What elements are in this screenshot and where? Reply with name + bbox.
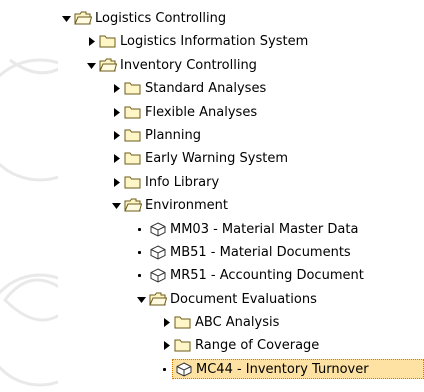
folder-icon [99,34,117,49]
tree-node-label: MC44 - Inventory Turnover [196,361,369,377]
tree-node-label: Range of Coverage [195,338,320,354]
folder-icon [124,128,142,143]
triangle-down-icon[interactable] [60,7,72,30]
folder-icon [124,151,142,166]
tree-node-abc-analysis[interactable]: ABC Analysis [58,311,424,334]
tree-node-planning[interactable]: Planning [58,124,424,147]
tree-node-info-library[interactable]: Info Library [58,171,424,194]
tree-node-logistics-controlling[interactable]: Logistics Controlling [58,7,424,30]
tree-node-environment[interactable]: Environment [58,194,424,217]
tree-node-label: Environment [145,198,229,214]
tree-node-label: Inventory Controlling [120,57,257,73]
tree-node-label: Early Warning System [145,151,289,167]
triangle-down-icon[interactable] [135,288,147,311]
transaction-cube-icon [175,362,193,377]
folder-icon [124,81,142,96]
menu-tree: Logistics Controlling Logistics Informat… [58,7,424,392]
tree-node-mr51[interactable]: MR51 - Accounting Document [58,264,424,287]
tree-node-flexible-analyses[interactable]: Flexible Analyses [58,101,424,124]
transaction-cube-icon [149,268,167,283]
triangle-down-icon[interactable] [85,54,97,77]
tree-node-label: Info Library [145,174,220,190]
folder-open-icon [149,292,168,307]
tree-node-document-evaluations[interactable]: Document Evaluations [58,288,424,311]
tree-node-mc44-selected[interactable]: MC44 - Inventory Turnover [58,358,424,381]
folder-icon [174,315,192,330]
tree-node-label: Flexible Analyses [145,104,258,120]
folder-open-icon [74,11,93,26]
bullet-icon [138,274,141,278]
folder-open-icon [124,198,143,213]
tree-node-label: Planning [145,127,201,143]
tree-node-range-of-coverage[interactable]: Range of Coverage [58,334,424,357]
folder-open-icon [99,58,118,73]
tree-node-label: ABC Analysis [195,315,280,331]
tree-node-label: MM03 - Material Master Data [170,221,359,237]
bullet-icon [138,250,141,254]
tree-node-inventory-controlling[interactable]: Inventory Controlling [58,54,424,77]
tree-node-mb51[interactable]: MB51 - Material Documents [58,241,424,264]
triangle-right-icon[interactable] [110,124,122,147]
triangle-right-icon[interactable] [110,101,122,124]
transaction-cube-icon [149,245,167,260]
triangle-right-icon[interactable] [110,77,122,100]
tree-node-mm03[interactable]: MM03 - Material Master Data [58,218,424,241]
tree-node-label: MR51 - Accounting Document [170,268,364,284]
triangle-right-icon[interactable] [110,171,122,194]
tree-node-standard-analyses[interactable]: Standard Analyses [58,77,424,100]
tree-node-label: Standard Analyses [145,81,267,97]
tree-node-label: MB51 - Material Documents [170,244,351,260]
triangle-right-icon[interactable] [160,311,172,334]
transaction-cube-icon [149,221,167,237]
tree-node-early-warning-system[interactable]: Early Warning System [58,147,424,170]
tree-node-logistics-information-system[interactable]: Logistics Information System [58,30,424,53]
triangle-right-icon[interactable] [110,147,122,170]
folder-icon [124,175,142,190]
tree-node-label: Document Evaluations [170,291,317,307]
triangle-down-icon[interactable] [110,194,122,217]
triangle-right-icon[interactable] [85,30,97,53]
bullet-icon [163,367,166,371]
tree-node-label: Logistics Controlling [95,11,227,26]
bullet-icon [138,227,141,231]
tree-node-label: Logistics Information System [120,34,309,50]
triangle-right-icon[interactable] [160,334,172,357]
folder-icon [124,105,142,120]
folder-icon [174,338,192,353]
